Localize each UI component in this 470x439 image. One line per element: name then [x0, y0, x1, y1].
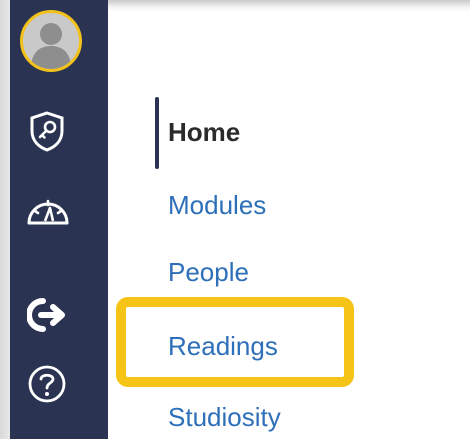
rail-edge	[0, 0, 10, 439]
admin-shield-icon[interactable]	[24, 108, 70, 154]
dashboard-gauge-icon[interactable]	[22, 186, 74, 232]
logout-arrow-icon[interactable]	[24, 292, 70, 338]
help-icon[interactable]	[26, 363, 68, 405]
course-nav-modules[interactable]: Modules	[168, 190, 266, 221]
course-nav-studiosity[interactable]: Studiosity	[168, 402, 281, 433]
person-silhouette-icon	[31, 23, 71, 69]
course-nav-people[interactable]: People	[168, 257, 249, 288]
account-avatar-icon[interactable]	[20, 10, 82, 72]
active-item-indicator	[155, 97, 159, 169]
readings-highlight-box	[116, 297, 354, 387]
course-nav-home[interactable]: Home	[168, 117, 240, 148]
global-navigation-rail	[0, 0, 108, 439]
